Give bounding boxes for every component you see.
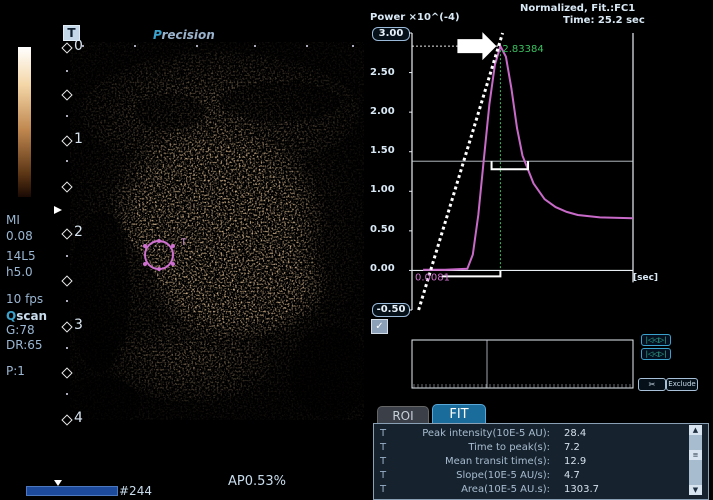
step-button[interactable]: |◁◁▷|	[641, 334, 671, 346]
step-button-alt[interactable]: |◁◁▷|	[641, 348, 671, 360]
row-flag: T	[380, 428, 387, 439]
peak-value-label: 2.83384	[502, 44, 543, 55]
list-item[interactable]: T Time to peak(s): 7.2	[374, 442, 688, 454]
timeline-box	[411, 339, 634, 389]
row-name: Mean transit time(s):	[445, 456, 550, 467]
list-item[interactable]: T Mean transit time(s): 12.9	[374, 456, 688, 468]
fit-results-panel: T Peak intensity(10E-5 AU): 28.4 T Time …	[373, 423, 709, 500]
fit-curve	[423, 43, 634, 271]
row-flag: T	[380, 442, 387, 453]
row-value: 7.2	[564, 442, 580, 453]
list-item[interactable]: T Slope(10E-5 AU/s): 4.7	[374, 470, 688, 482]
peak-arrow-icon	[457, 32, 497, 61]
time-to-peak-bracket	[442, 270, 502, 278]
row-name: Peak intensity(10E-5 AU):	[422, 428, 550, 439]
row-flag: T	[380, 484, 387, 495]
results-scrollbar[interactable]: ▲ ≡ ▼	[689, 425, 702, 495]
row-value: 1303.7	[564, 484, 599, 495]
row-value: 28.4	[564, 428, 587, 439]
baseline-value-label: 0.0081	[415, 272, 450, 283]
tab-fit[interactable]: FIT	[432, 404, 486, 425]
row-name: Time to peak(s):	[468, 442, 550, 453]
row-flag: T	[380, 470, 387, 481]
scroll-thumb[interactable]: ≡	[689, 450, 702, 460]
row-flag: T	[380, 456, 387, 467]
row-value: 4.7	[564, 470, 580, 481]
row-name: Slope(10E-5 AU/s):	[456, 470, 550, 481]
exclude-button[interactable]: Exclude	[666, 378, 698, 391]
scroll-up-icon[interactable]: ▲	[689, 425, 702, 435]
row-value: 12.9	[564, 456, 587, 467]
cut-icon[interactable]: ✂	[638, 378, 666, 391]
row-name: Area(10E-5 AU.s):	[461, 484, 550, 495]
list-item[interactable]: T Peak intensity(10E-5 AU): 28.4	[374, 428, 688, 440]
scroll-down-icon[interactable]: ▼	[689, 485, 702, 495]
list-item[interactable]: T Area(10E-5 AU.s): 1303.7	[374, 484, 688, 496]
mtt-bracket	[490, 161, 530, 171]
